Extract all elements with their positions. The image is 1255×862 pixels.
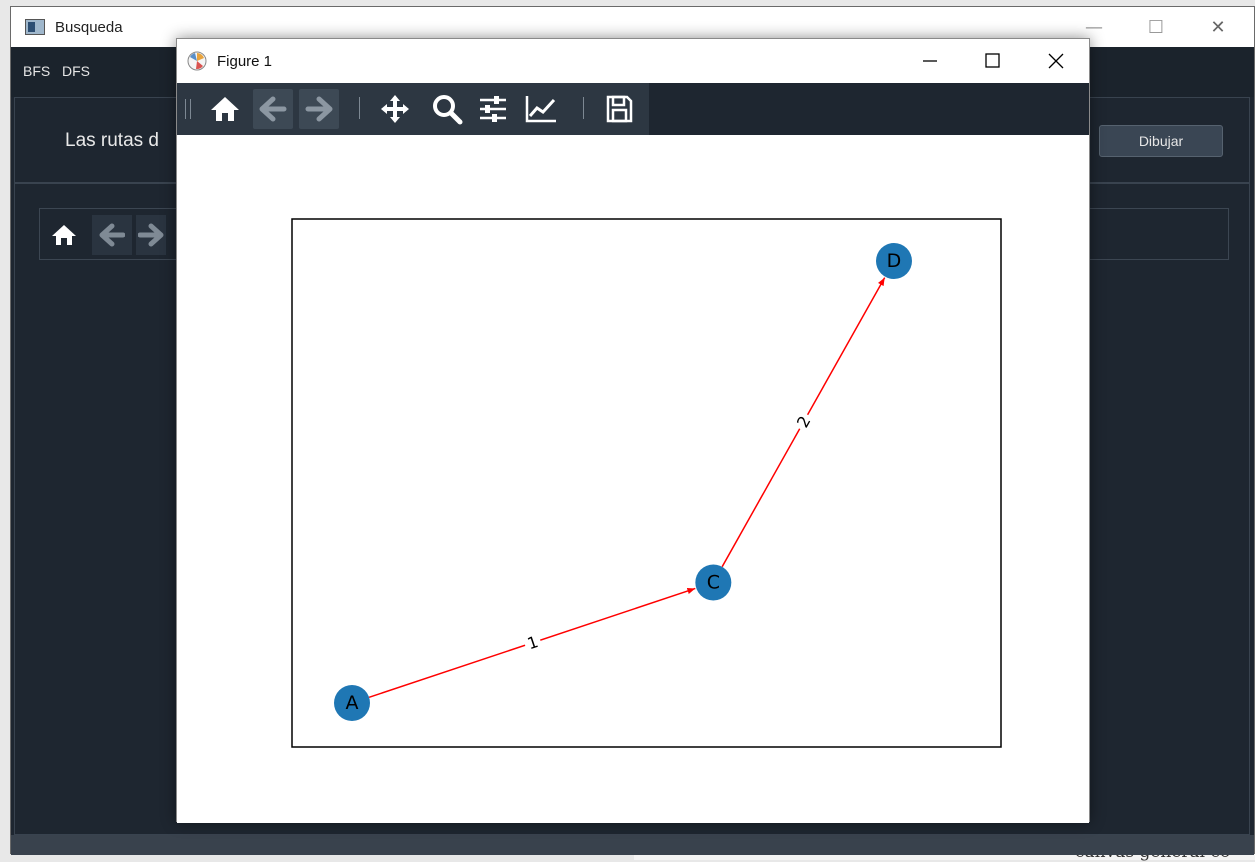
main-window-title: Busqueda (55, 19, 123, 36)
toolbar-separator (359, 97, 360, 119)
edge-label-C-D: 2 (791, 409, 817, 434)
figure-titlebar[interactable]: Figure 1 (177, 39, 1089, 83)
routes-label: Las rutas d (65, 130, 159, 151)
back-button[interactable] (253, 89, 293, 129)
forward-button[interactable] (299, 89, 339, 129)
main-maximize-button[interactable]: ☐ (1133, 13, 1179, 43)
home-icon (211, 97, 239, 121)
minimize-icon (923, 60, 937, 62)
close-icon (1048, 53, 1064, 69)
toolbar-button-group (177, 83, 649, 135)
node-D: D (875, 243, 912, 280)
node-C: C (695, 564, 732, 601)
main-close-button[interactable]: ✕ (1195, 13, 1241, 43)
figure-toolbar (177, 83, 1089, 135)
maximize-icon (985, 53, 1000, 68)
save-button[interactable] (599, 89, 639, 129)
edit-axis-button[interactable] (521, 89, 561, 129)
forward-icon (305, 96, 333, 122)
menu-item-bfs[interactable]: BFS (23, 63, 50, 79)
pan-button[interactable] (375, 89, 415, 129)
edit-axis-icon (525, 96, 556, 123)
figure-minimize-button[interactable] (905, 46, 955, 76)
svg-text:A: A (346, 692, 359, 714)
graph-plot: 1 2 A C D (291, 218, 1002, 748)
app-window-icon (25, 19, 45, 35)
figure-close-button[interactable] (1031, 46, 1081, 76)
edge-label-A-C: 1 (521, 630, 544, 655)
main-forward-button[interactable] (136, 215, 166, 255)
forward-icon (138, 223, 164, 247)
status-bar (11, 835, 1254, 855)
figure-title: Figure 1 (217, 53, 273, 70)
home-button[interactable] (205, 89, 245, 129)
toolbar-separator (583, 97, 584, 119)
configure-subplots-icon (480, 96, 506, 122)
figure-maximize-button[interactable] (967, 46, 1017, 76)
menu-item-dfs[interactable]: DFS (62, 63, 90, 79)
figure-canvas[interactable]: 1 2 A C D (177, 135, 1089, 823)
main-back-button[interactable] (92, 215, 132, 255)
main-home-button[interactable] (44, 215, 84, 255)
back-icon (259, 96, 287, 122)
draw-button[interactable]: Dibujar (1099, 125, 1223, 157)
save-icon (606, 95, 633, 123)
matplotlib-icon (187, 51, 207, 71)
back-icon (99, 223, 125, 247)
figure-window: Figure 1 1 2 A C D (176, 38, 1090, 823)
svg-text:D: D (887, 250, 902, 272)
pan-icon (381, 95, 409, 123)
zoom-icon (433, 95, 463, 125)
home-icon (52, 225, 76, 245)
node-A: A (334, 685, 370, 721)
svg-text:C: C (707, 571, 720, 593)
configure-subplots-button[interactable] (473, 89, 513, 129)
zoom-button[interactable] (427, 89, 467, 129)
axes-frame (291, 218, 1002, 748)
toolbar-grip[interactable] (185, 99, 191, 119)
